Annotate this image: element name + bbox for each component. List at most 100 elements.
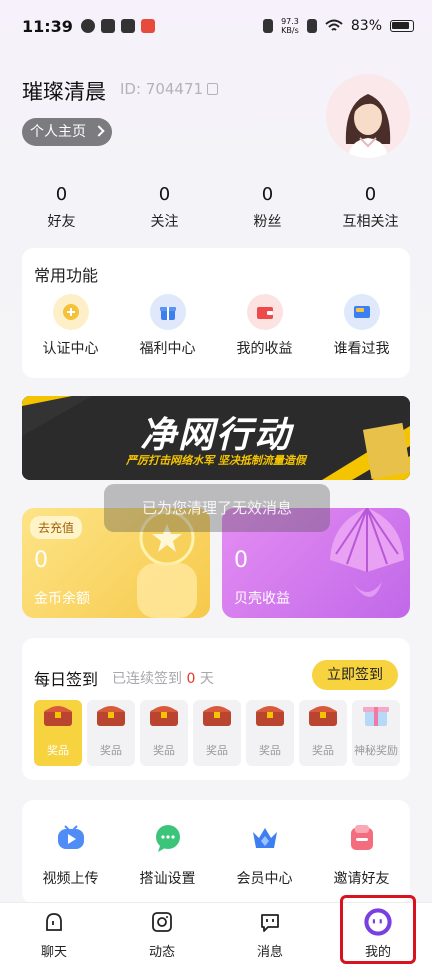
avatar-illustration (326, 74, 410, 158)
visitor-card-icon (343, 294, 380, 330)
func-label: 福利中心 (139, 341, 196, 357)
stat-mutual[interactable]: 0 互相关注 (319, 184, 422, 231)
certification-icon (52, 294, 89, 330)
stat-label: 好友 (47, 214, 76, 230)
stat-label: 关注 (150, 214, 179, 230)
clean-network-banner[interactable]: 净网行动 严厉打击网络水军 坚决抵制流量造假 (22, 396, 410, 480)
nav-label: 我的 (364, 945, 391, 960)
reward-day-1[interactable]: 奖品 (34, 700, 82, 766)
stat-following[interactable]: 0 关注 (113, 184, 216, 231)
coin-balance-value: 0 (34, 548, 48, 573)
wallet-icon (246, 294, 283, 330)
signin-now-button[interactable]: 立即签到 (312, 660, 398, 690)
common-functions-row: 认证中心 福利中心 我的收益 谁看过我 (22, 294, 410, 358)
reward-day-4[interactable]: 奖品 (193, 700, 241, 766)
reward-day-7[interactable]: 神秘奖励 (352, 700, 400, 766)
reward-label: 奖品 (206, 744, 228, 757)
tool-greeting-settings[interactable]: 搭讪设置 (119, 822, 216, 888)
tool-invite-friends[interactable]: 邀请好友 (313, 822, 410, 888)
treasure-chest-icon (309, 706, 337, 726)
copy-icon[interactable] (207, 83, 219, 95)
coin-balance-label: 金币余额 (34, 591, 90, 607)
personal-homepage-label: 个人主页 (30, 124, 86, 140)
notification-icons (80, 19, 155, 33)
message-icon (261, 914, 279, 932)
social-stats: 0 好友 0 关注 0 粉丝 0 互相关注 (10, 184, 422, 231)
tools-row: 视频上传 搭讪设置 会员中心 邀请好友 (22, 822, 410, 888)
reward-day-3[interactable]: 奖品 (140, 700, 188, 766)
personal-homepage-button[interactable]: 个人主页 (22, 118, 112, 146)
reward-label: 奖品 (100, 744, 122, 757)
shell-earnings-value: 0 (234, 548, 248, 573)
signin-streak: 已连续签到 0 天 (112, 668, 214, 688)
vibrate-icon (263, 19, 274, 33)
nav-mine[interactable]: 我的 (324, 903, 432, 964)
recharge-button[interactable]: 去充值 (30, 516, 83, 539)
func-visitors[interactable]: 谁看过我 (313, 294, 410, 358)
reward-day-2[interactable]: 奖品 (87, 700, 135, 766)
nav-messages[interactable]: 消息 (216, 903, 324, 964)
nav-label: 聊天 (40, 945, 67, 960)
chat-bubble-icon (155, 825, 180, 852)
crown-icon (252, 828, 277, 848)
treasure-chest-icon (203, 706, 231, 726)
treasure-chest-icon (97, 706, 125, 726)
nav-label: 动态 (148, 945, 175, 960)
func-welfare[interactable]: 福利中心 (119, 294, 216, 358)
signin-streak-prefix: 已连续签到 (112, 671, 182, 687)
toast-message: 已为您清理了无效消息 (104, 484, 330, 532)
status-time: 11:39 (22, 16, 73, 36)
nav-moments[interactable]: 动态 (108, 903, 216, 964)
signin-streak-suffix: 天 (199, 671, 214, 687)
user-id[interactable]: ID: 704471 (120, 80, 219, 98)
camera-icon (152, 912, 172, 932)
daily-signin-card: 每日签到 已连续签到 0 天 立即签到 奖品 奖品 奖品 奖品 奖品 奖品 神秘… (22, 638, 410, 780)
app-red-notification-icon (140, 19, 155, 33)
func-certification[interactable]: 认证中心 (22, 294, 119, 358)
tool-video-upload[interactable]: 视频上传 (22, 822, 119, 888)
shell-earnings-label: 贝壳收益 (234, 591, 290, 607)
reward-row: 奖品 奖品 奖品 奖品 奖品 奖品 神秘奖励 (34, 700, 400, 766)
username: 璀璨清晨 (22, 80, 106, 104)
app-notification-icon (80, 19, 95, 33)
reward-label: 神秘奖励 (354, 744, 398, 757)
tool-label: 视频上传 (42, 871, 99, 887)
reward-label: 奖品 (153, 744, 175, 757)
nav-chat[interactable]: 聊天 (0, 903, 108, 964)
battery-percent: 83% (350, 18, 382, 34)
net-speed-value: 97.3 (281, 17, 299, 26)
stat-fans[interactable]: 0 粉丝 (216, 184, 319, 231)
gift-icon (149, 294, 186, 330)
reward-day-5[interactable]: 奖品 (246, 700, 294, 766)
tools-card: 视频上传 搭讪设置 会员中心 邀请好友 (22, 800, 410, 904)
stat-friends[interactable]: 0 好友 (10, 184, 113, 231)
shell-illustration (330, 508, 404, 597)
stat-number: 0 (261, 184, 274, 205)
func-earnings[interactable]: 我的收益 (216, 294, 313, 358)
func-label: 谁看过我 (333, 341, 390, 357)
profile-icon (364, 908, 392, 936)
reward-label: 奖品 (259, 744, 281, 757)
reward-label: 奖品 (312, 744, 334, 757)
avatar[interactable] (326, 74, 410, 158)
stat-number: 0 (364, 184, 377, 205)
net-speed-unit: KB/s (281, 26, 299, 35)
func-label: 我的收益 (236, 341, 293, 357)
common-functions-title: 常用功能 (34, 266, 99, 285)
reward-day-6[interactable]: 奖品 (299, 700, 347, 766)
mail-notification-icon (120, 19, 135, 33)
tool-vip-center[interactable]: 会员中心 (216, 822, 313, 888)
stat-label: 互相关注 (342, 214, 399, 230)
invite-icon (350, 825, 373, 850)
status-bar: 11:39 97.3 KB/s 83% (0, 0, 432, 52)
common-functions-card: 常用功能 认证中心 福利中心 我的收益 谁看过我 (22, 248, 410, 378)
tool-label: 搭讪设置 (139, 871, 196, 887)
daily-signin-title: 每日签到 (34, 670, 99, 689)
banner-title: 净网行动 (139, 415, 292, 456)
chat-icon (46, 913, 62, 931)
stat-label: 粉丝 (253, 214, 282, 230)
sim-icon (306, 19, 317, 33)
signin-streak-days: 0 (186, 671, 196, 687)
mystery-gift-icon (363, 707, 389, 726)
func-label: 认证中心 (42, 341, 99, 357)
